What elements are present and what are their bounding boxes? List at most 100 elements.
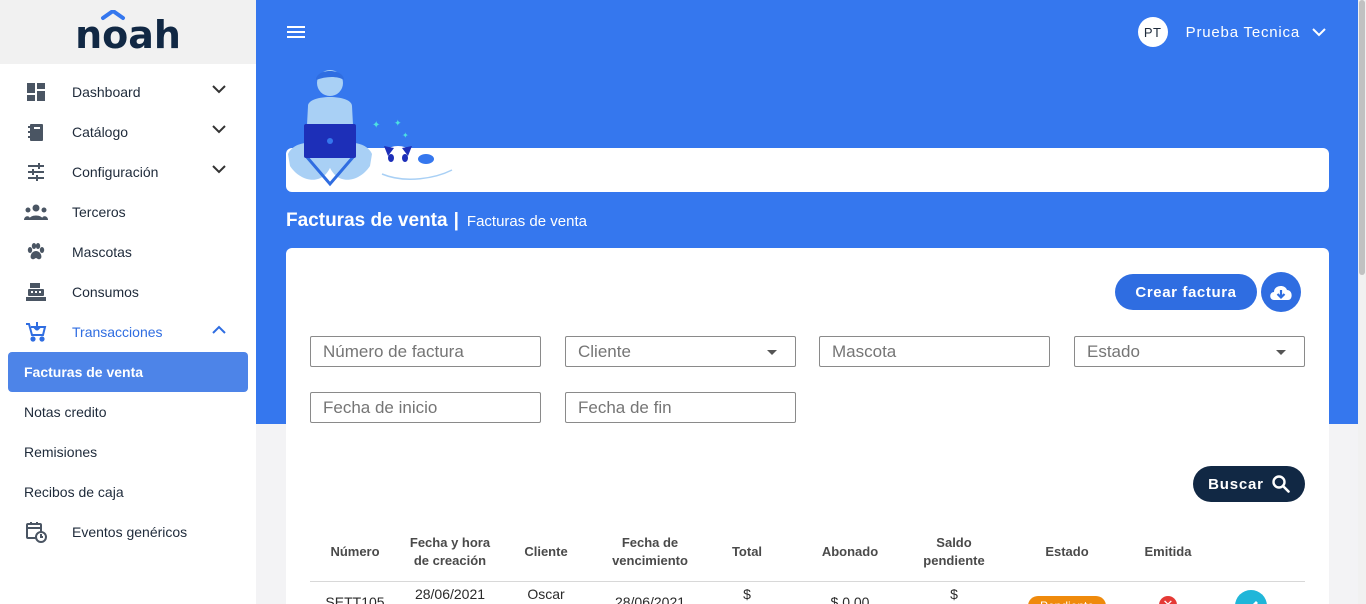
chevron-up-icon (212, 325, 226, 334)
search-icon (1272, 475, 1290, 493)
col-header-actions (1196, 524, 1305, 582)
end-date-placeholder: Fecha de fin (578, 397, 672, 417)
table-header-row: Número Fecha y hora de creación Cliente … (310, 524, 1305, 582)
cell-total: $ (743, 585, 751, 602)
cell-numero: SETT105 (325, 593, 385, 604)
cash-register-icon (24, 280, 48, 304)
caret-down-icon (767, 350, 777, 355)
cell-fecha: 28/06/2021 (414, 585, 486, 602)
col-header-total[interactable]: Total (708, 524, 786, 582)
sidebar-item-label: Catálogo (72, 124, 129, 140)
sidebar-item-label: Mascotas (72, 244, 132, 260)
invoices-table: Número Fecha y hora de creación Cliente … (310, 524, 1305, 604)
logo-area: noah (0, 0, 256, 64)
sidebar-item-mascotas[interactable]: Mascotas (0, 232, 256, 272)
sidebar-item-catalogo[interactable]: Catálogo (0, 112, 256, 152)
sidebar-item-label: Consumos (72, 284, 139, 300)
col-header-vencimiento[interactable]: Fecha de vencimiento (592, 524, 708, 582)
page-title: Facturas de venta (286, 210, 448, 231)
dashboard-icon (24, 80, 48, 104)
avatar: PT (1137, 17, 1168, 47)
svg-text:✦: ✦ (372, 120, 380, 131)
menu-toggle-icon[interactable] (287, 26, 305, 39)
sidebar-item-eventos[interactable]: Eventos genéricos (0, 512, 256, 552)
create-invoice-button[interactable]: Crear factura (1115, 274, 1257, 310)
page-scrollbar[interactable] (1358, 0, 1366, 604)
pet-placeholder: Mascota (832, 341, 897, 361)
cell-cliente: Oscar (527, 585, 565, 602)
table-row[interactable]: SETT105 28/06/2021 Oscar 28/06/2021 $ $ … (310, 581, 1305, 604)
chevron-down-icon (212, 165, 226, 174)
sidebar-subitem-remisiones[interactable]: Remisiones (0, 432, 256, 472)
col-header-emitida[interactable]: Emitida (1140, 524, 1196, 582)
create-invoice-label: Crear factura (1135, 283, 1237, 301)
sidebar-subitem-notas-credito[interactable]: Notas credito (0, 392, 256, 432)
col-header-numero[interactable]: Número (310, 524, 400, 582)
search-button[interactable]: Buscar (1193, 466, 1305, 502)
error-circle-icon: ✕ (1159, 595, 1177, 604)
sidebar-subitem-label: Remisiones (24, 444, 98, 460)
invoice-number-placeholder: Número de factura (323, 341, 464, 361)
invoice-number-input[interactable]: Número de factura (310, 336, 541, 367)
col-header-estado[interactable]: Estado (994, 524, 1140, 582)
sidebar-subitem-facturas-venta[interactable]: Facturas de venta (8, 352, 248, 392)
sidebar-item-label: Eventos genéricos (72, 524, 188, 540)
pencil-icon (1252, 600, 1258, 604)
cell-emitida: ✕ (1140, 581, 1196, 604)
svg-text:✦: ✦ (402, 131, 409, 140)
cell-abonado: $ 0,00 (830, 593, 870, 604)
search-button-label: Buscar (1208, 475, 1264, 493)
cloud-download-icon (1270, 286, 1292, 300)
cell-saldo: $ (950, 585, 958, 602)
svg-text:✦: ✦ (394, 118, 402, 128)
sidebar-item-dashboard[interactable]: Dashboard (0, 72, 256, 112)
noah-logo[interactable]: noah (73, 10, 183, 54)
download-button[interactable] (1261, 272, 1301, 312)
col-header-fecha[interactable]: Fecha y hora de creación (400, 524, 500, 582)
cell-vencimiento: 28/06/2021 (614, 593, 686, 604)
logo-text: noah (75, 13, 181, 54)
edit-button[interactable] (1234, 589, 1267, 604)
sidebar-item-label: Terceros (72, 204, 126, 220)
chevron-down-icon (212, 85, 226, 94)
person-laptop-illustration: ✦ ✦ ✦ (288, 70, 453, 187)
chevron-down-icon (1312, 27, 1326, 36)
cell-estado: Pendiente (994, 581, 1140, 604)
calendar-clock-icon (24, 520, 48, 544)
sidebar-item-label: Transacciones (72, 324, 163, 340)
sidebar-item-transacciones[interactable]: Transacciones (0, 312, 256, 352)
cell-actions (1196, 581, 1305, 604)
sidebar: noah Dashboard Catálogo Configuración Te… (0, 0, 256, 604)
end-date-input[interactable]: Fecha de fin (565, 392, 796, 423)
client-select[interactable]: Cliente (565, 336, 796, 367)
sidebar-item-terceros[interactable]: Terceros (0, 192, 256, 232)
people-icon (24, 200, 48, 224)
sidebar-subitem-label: Recibos de caja (24, 484, 124, 500)
col-header-cliente[interactable]: Cliente (500, 524, 592, 582)
sliders-icon (24, 160, 48, 184)
breadcrumb: Facturas de venta (466, 213, 587, 230)
client-placeholder: Cliente (578, 341, 631, 361)
sidebar-item-label: Configuración (72, 164, 159, 180)
col-header-saldo[interactable]: Saldo pendiente (914, 524, 994, 582)
pet-input[interactable]: Mascota (819, 336, 1050, 367)
sidebar-nav: Dashboard Catálogo Configuración Tercero… (0, 64, 256, 552)
sidebar-item-consumos[interactable]: Consumos (0, 272, 256, 312)
title-separator: | (453, 210, 459, 231)
user-menu[interactable]: PT Prueba Tecnica (1137, 17, 1326, 47)
status-select[interactable]: Estado (1074, 336, 1305, 367)
caret-down-icon (1276, 350, 1286, 355)
user-name: Prueba Tecnica (1185, 23, 1300, 41)
paw-icon (24, 240, 48, 264)
sidebar-subitem-label: Notas credito (24, 404, 107, 420)
catalog-icon (24, 120, 48, 144)
sidebar-subitem-label: Facturas de venta (24, 364, 144, 380)
invoices-card: Crear factura Número de factura Cliente … (286, 248, 1329, 604)
cart-icon (24, 320, 48, 344)
sidebar-subitem-recibos-caja[interactable]: Recibos de caja (0, 472, 256, 512)
start-date-input[interactable]: Fecha de inicio (310, 392, 541, 423)
scrollbar-thumb[interactable] (1359, 0, 1365, 275)
sidebar-item-label: Dashboard (72, 84, 141, 100)
sidebar-item-configuracion[interactable]: Configuración (0, 152, 256, 192)
col-header-abonado[interactable]: Abonado (786, 524, 914, 582)
